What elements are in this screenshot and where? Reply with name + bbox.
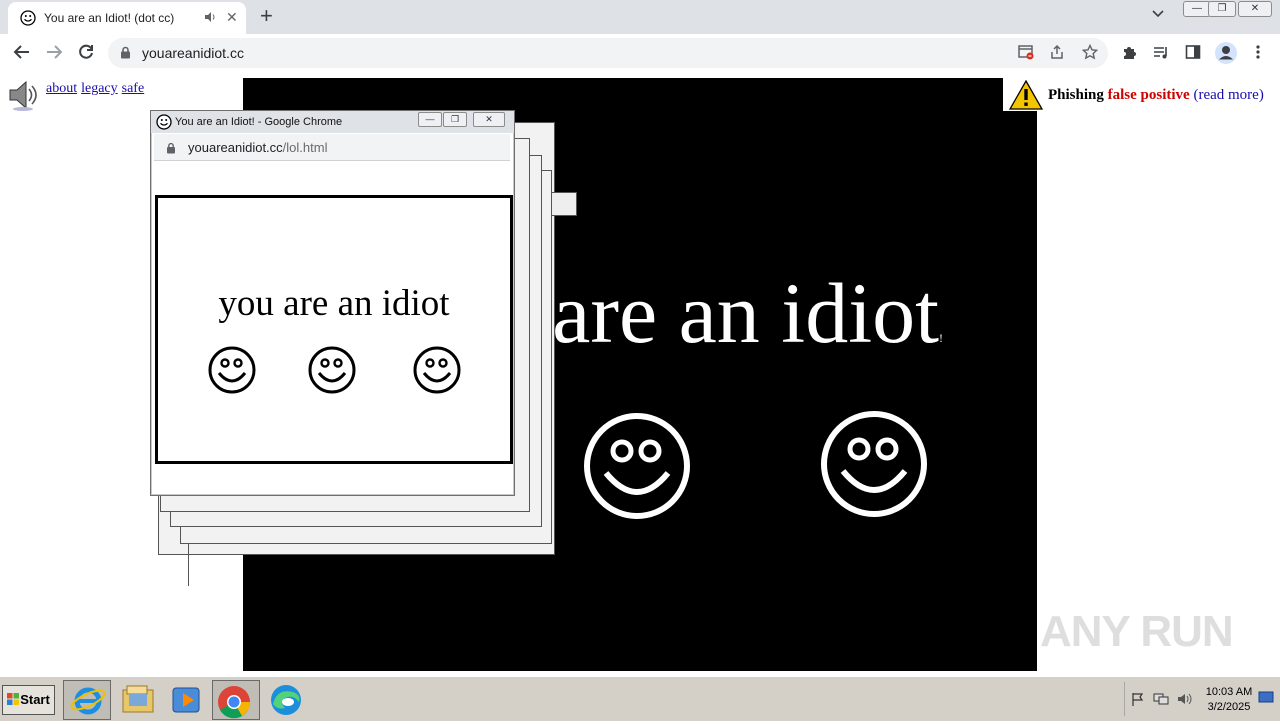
smiley-icon: [308, 346, 356, 394]
legacy-link[interactable]: legacy: [81, 81, 118, 96]
windows-logo-icon: [7, 687, 20, 715]
taskbar-clock[interactable]: 10:03 AM 3/2/2025: [1190, 685, 1268, 715]
about-link[interactable]: about: [46, 81, 77, 96]
popup-address-bar[interactable]: youareanidiot.cc/lol.html: [154, 134, 510, 161]
phishing-warning-banner: Phishing false positive (read more): [1003, 78, 1280, 111]
popup-minimize-button[interactable]: —: [418, 112, 442, 127]
share-icon[interactable]: [1049, 44, 1065, 63]
speaker-icon[interactable]: [6, 78, 40, 117]
clock-date: 3/2/2025: [1207, 701, 1251, 713]
tab-title: You are an Idiot! (dot cc): [44, 11, 175, 25]
profile-icon[interactable]: [1214, 41, 1238, 69]
popup-content: you are an idiot: [155, 195, 513, 464]
star-icon[interactable]: [1081, 43, 1099, 63]
new-tab-button[interactable]: +: [260, 4, 273, 28]
media-controls-icon[interactable]: [1152, 44, 1169, 65]
smiley-icon: [208, 346, 256, 394]
explorer-icon[interactable]: [115, 680, 161, 718]
taskbar: Start 10:03 AM 3/2/2025: [0, 676, 1280, 721]
edge-icon[interactable]: [263, 680, 309, 718]
ie-icon[interactable]: [63, 680, 111, 720]
audio-icon[interactable]: [204, 11, 216, 26]
show-desktop-icon[interactable]: [1258, 689, 1274, 710]
popup-blocked-icon[interactable]: [1018, 44, 1034, 63]
menu-icon[interactable]: [1255, 44, 1261, 64]
nav-links: about legacy safe: [46, 81, 148, 97]
restore-button[interactable]: ❐: [1208, 1, 1236, 17]
popup-window[interactable]: You are an Idiot! - Google Chrome — ❐ ✕ …: [150, 110, 515, 496]
watermark: ANY RUN: [1040, 607, 1234, 656]
read-more-link[interactable]: (read more): [1193, 87, 1263, 103]
smiley-icon: [413, 346, 461, 394]
tab-search-icon[interactable]: [1152, 6, 1164, 22]
reload-icon[interactable]: [77, 43, 95, 65]
false-positive-label: false positive: [1107, 87, 1190, 103]
smiley-favicon-icon: [156, 114, 172, 135]
popup-url: youareanidiot.cc/lol.html: [188, 140, 328, 155]
tab-strip: You are an Idiot! (dot cc) ✕ + — ❐ ✕: [0, 0, 1280, 34]
smiley-icon: [584, 413, 690, 519]
warning-text: Phishing false positive (read more): [1048, 87, 1264, 103]
popup-titlebar[interactable]: You are an Idiot! - Google Chrome — ❐ ✕: [151, 111, 514, 133]
flag-icon[interactable]: [1131, 692, 1145, 711]
address-url[interactable]: youareanidiot.cc: [142, 45, 244, 61]
browser-toolbar: youareanidiot.cc: [0, 34, 1280, 73]
safe-link[interactable]: safe: [122, 81, 145, 96]
lock-icon: [166, 141, 176, 159]
address-bar[interactable]: youareanidiot.cc: [108, 38, 1108, 68]
clock-time: 10:03 AM: [1205, 686, 1253, 698]
tab-active[interactable]: You are an Idiot! (dot cc) ✕: [8, 2, 246, 34]
side-panel-icon[interactable]: [1185, 44, 1201, 64]
media-icon[interactable]: [164, 680, 210, 718]
extensions-icon[interactable]: [1121, 44, 1138, 65]
smiley-favicon-icon: [20, 10, 36, 31]
popup-restore-button[interactable]: ❐: [443, 112, 467, 127]
back-arrow-icon[interactable]: [13, 43, 31, 65]
popup-title: You are an Idiot! - Google Chrome: [175, 116, 343, 128]
tab-close-icon[interactable]: ✕: [226, 9, 238, 26]
smiley-icon: [821, 411, 927, 517]
lock-icon[interactable]: [120, 46, 131, 64]
close-window-button[interactable]: ✕: [1238, 1, 1272, 17]
popup-idiot-text: you are an idiot: [218, 283, 450, 324]
forward-arrow-icon[interactable]: [45, 43, 63, 65]
minimize-button[interactable]: —: [1183, 1, 1211, 17]
warning-icon: [1008, 79, 1044, 115]
popup-close-button[interactable]: ✕: [473, 112, 505, 127]
chrome-icon[interactable]: [212, 680, 260, 720]
network-icon[interactable]: [1153, 692, 1169, 711]
start-button[interactable]: Start: [2, 685, 55, 715]
